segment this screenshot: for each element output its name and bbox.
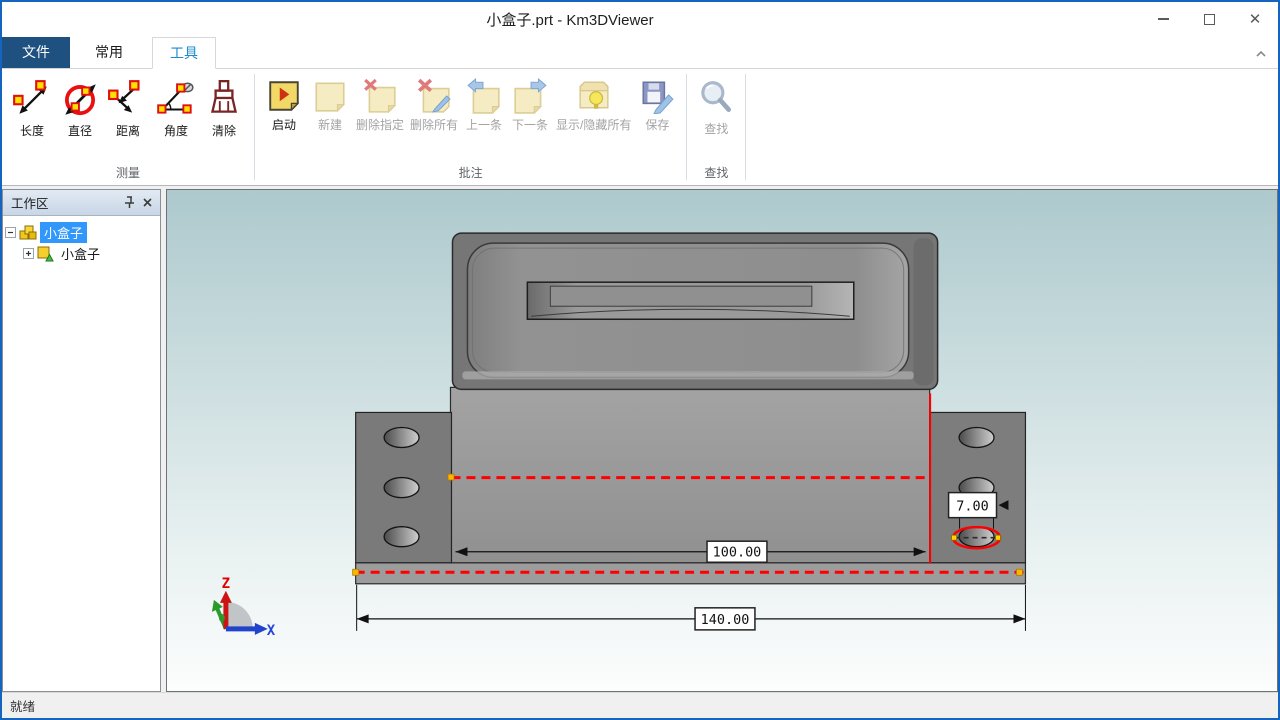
ribbon-group-annotation: 启动 新建 删除指定 [255,69,686,185]
collapse-ribbon-button[interactable] [1254,47,1268,62]
workspace-panel: 工作区 [2,189,161,692]
angle-button[interactable]: 角度 [152,73,200,141]
app-window: 小盒子.prt - Km3DViewer ✕ 文件 常用 工具 [0,0,1280,720]
delete-all-annotations-icon [416,78,452,114]
annotation-next-button[interactable]: 下一条 [507,73,553,135]
ribbon-toolbar: 长度 直径 [2,69,1278,186]
part-icon [37,246,54,262]
part-body [450,387,929,562]
minimize-button[interactable] [1140,2,1186,36]
length-button[interactable]: 长度 [8,73,56,141]
show-hide-all-annotations-icon [576,78,612,114]
status-bar: 就绪 [2,692,1278,718]
angle-icon [155,78,197,120]
previous-annotation-icon [466,78,502,114]
dimension-label-7[interactable]: 7.00 [956,499,988,515]
tab-home[interactable]: 常用 [78,37,140,68]
expand-expander-icon[interactable] [23,248,34,259]
window-title: 小盒子.prt - Km3DViewer [2,9,1138,30]
maximize-icon [1204,14,1215,25]
collapse-expander-icon[interactable] [5,227,16,238]
group-label-annotation: 批注 [257,163,684,185]
close-panel-icon [142,197,153,208]
measure-endpoint-marker [952,535,957,540]
diameter-icon [59,78,101,120]
model-tree: 小盒子 小盒子 [3,216,160,691]
ribbon-tab-row: 文件 常用 工具 [2,36,1278,69]
start-annotation-icon [266,78,302,114]
z-axis-label: Z [222,576,230,592]
ribbon-group-find: 查找 查找 [687,69,745,185]
group-separator [745,74,746,180]
measure-endpoint-marker [448,474,454,480]
tree-item-child[interactable]: 小盒子 [23,243,158,264]
workspace-panel-header: 工作区 [3,190,160,216]
save-annotations-icon [639,78,675,114]
main-area: 工作区 [2,186,1278,692]
status-text: 就绪 [10,696,35,715]
distance-icon [107,78,149,120]
close-panel-button[interactable] [138,194,156,212]
annotation-previous-button[interactable]: 上一条 [461,73,507,135]
assembly-icon [19,225,37,241]
dimension-label-140[interactable]: 140.00 [701,612,750,628]
annotation-new-button[interactable]: 新建 [307,73,353,135]
annotation-save-button[interactable]: 保存 [634,73,680,135]
find-icon [696,78,736,118]
window-controls: ✕ [1140,2,1278,36]
diameter-button[interactable]: 直径 [56,73,104,141]
length-icon [11,78,53,120]
delete-specified-annotation-icon [362,78,398,114]
part-lid [452,233,937,389]
tree-item-root-label[interactable]: 小盒子 [40,222,87,243]
annotation-start-button[interactable]: 启动 [261,73,307,135]
pin-icon [123,196,135,209]
new-annotation-icon [312,78,348,114]
tab-tools[interactable]: 工具 [152,37,216,69]
chevron-up-icon [1254,49,1268,59]
group-label-measure: 测量 [4,163,252,185]
annotation-delete-all-button[interactable]: 删除所有 [407,73,461,135]
triad-disc [226,602,253,629]
annotation-delete-specified-button[interactable]: 删除指定 [353,73,407,135]
pin-panel-button[interactable] [120,194,138,212]
measure-endpoint-marker [1016,569,1022,575]
close-button[interactable]: ✕ [1232,2,1278,36]
maximize-button[interactable] [1186,2,1232,36]
measure-endpoint-marker [353,569,359,575]
part-model[interactable] [356,233,1026,584]
title-bar: 小盒子.prt - Km3DViewer ✕ [2,2,1278,36]
tree-item-root[interactable]: 小盒子 [5,222,158,243]
tab-file[interactable]: 文件 [2,37,70,68]
measure-endpoint-marker [996,535,1001,540]
group-label-find: 查找 [689,163,743,185]
distance-button[interactable]: 距离 [104,73,152,141]
workspace-panel-title: 工作区 [11,193,120,212]
close-icon: ✕ [1249,12,1262,27]
clear-button[interactable]: 清除 [200,73,248,141]
3d-viewport[interactable]: 100.00 140.00 [166,189,1278,692]
annotation-show-hide-all-button[interactable]: 显示/隐藏所有 [553,73,634,135]
find-button[interactable]: 查找 [693,73,739,139]
x-axis-label: X [267,623,276,639]
clear-measures-icon [203,78,245,120]
next-annotation-icon [512,78,548,114]
ribbon-group-measure: 长度 直径 [2,69,254,185]
minimize-icon [1158,18,1169,20]
dimension-label-100[interactable]: 100.00 [713,545,762,561]
coordinate-triad: Z X [212,576,276,639]
tree-item-child-label[interactable]: 小盒子 [57,243,104,264]
dimension-outer-width[interactable]: 140.00 [357,585,1026,631]
